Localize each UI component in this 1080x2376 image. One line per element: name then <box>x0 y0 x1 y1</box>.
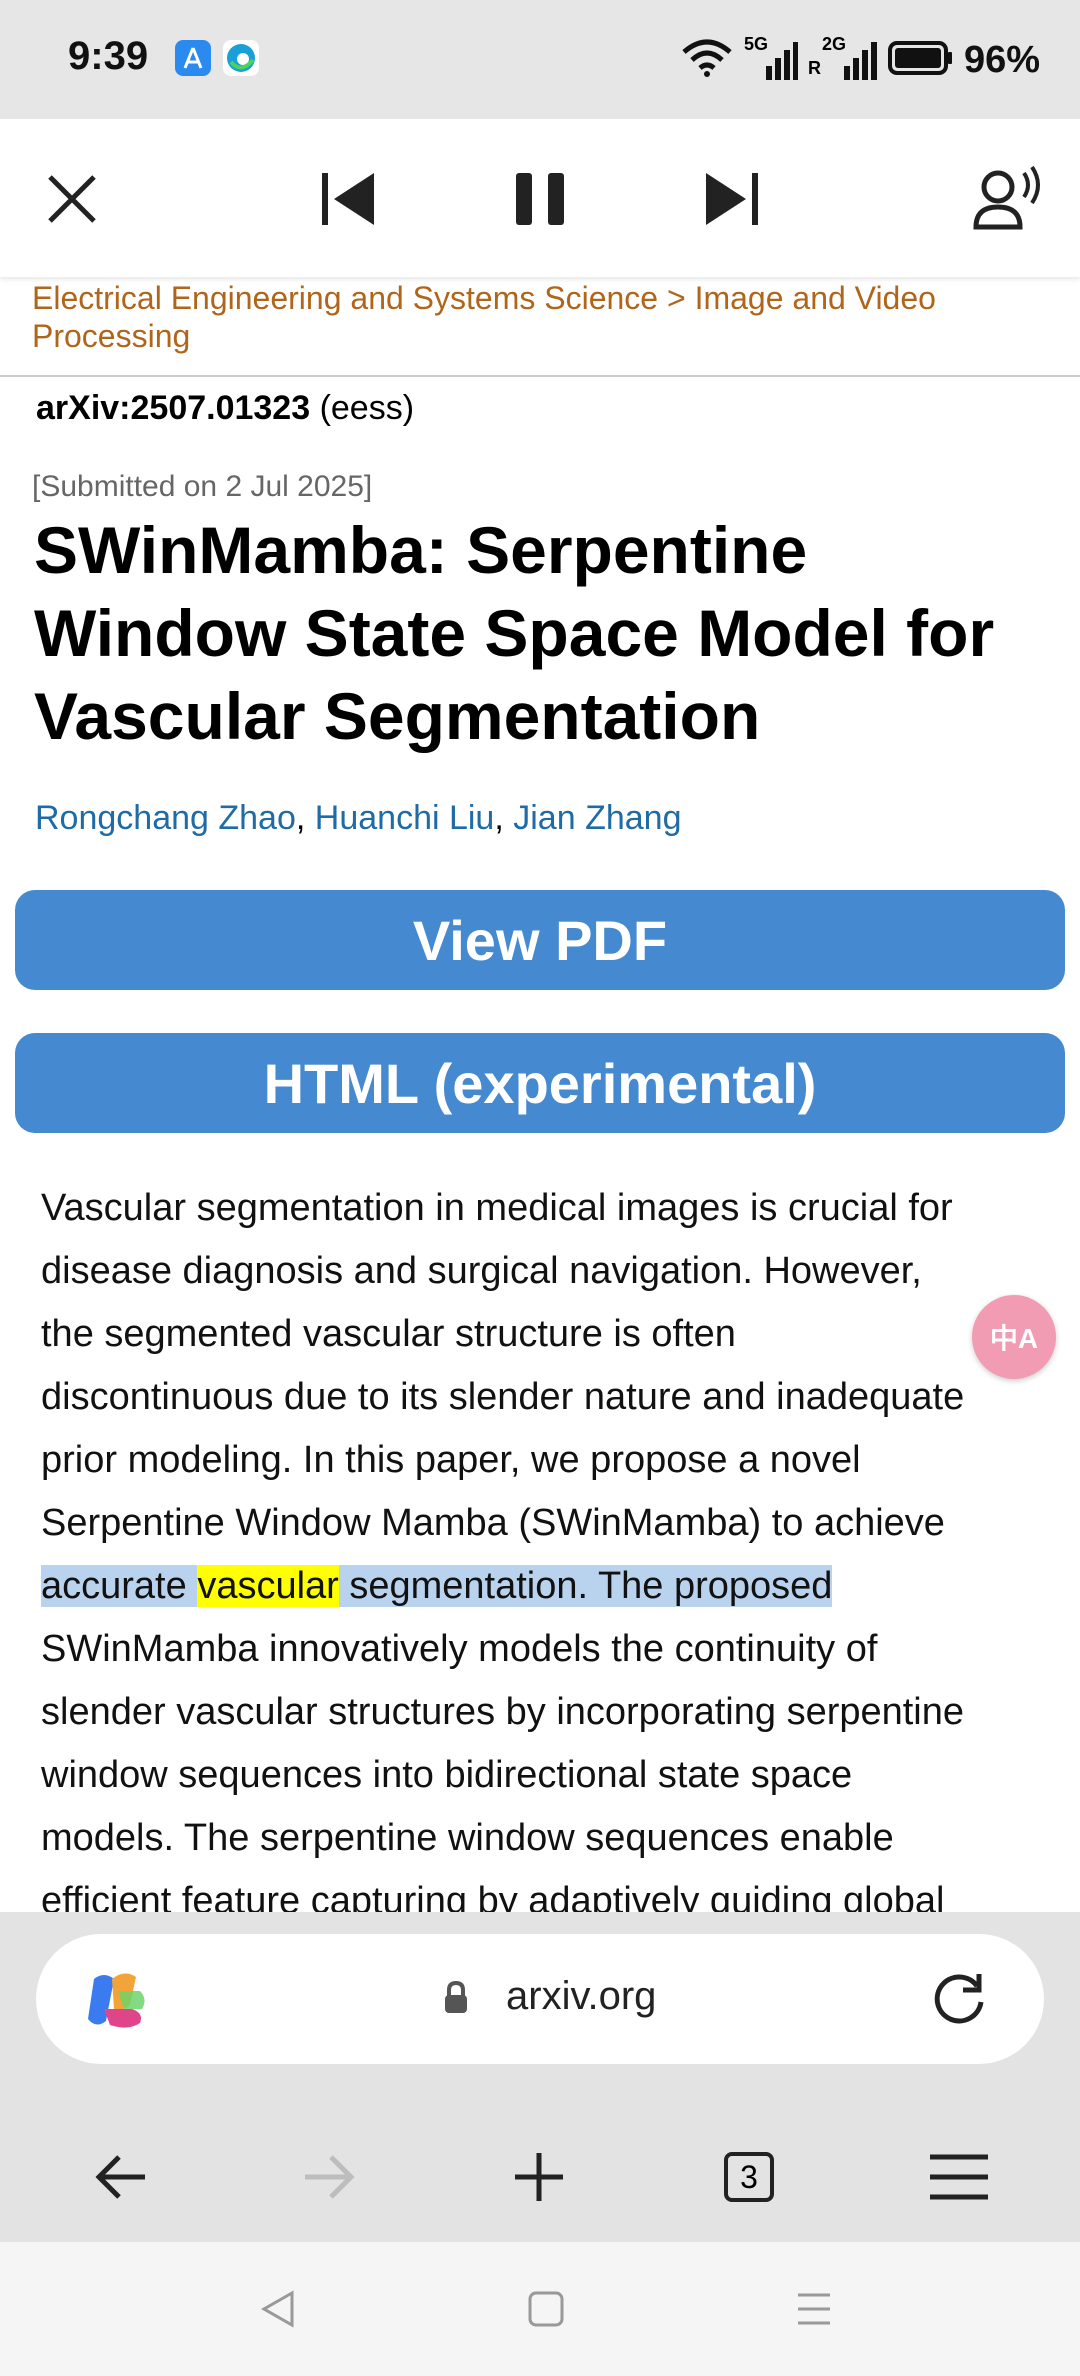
divider <box>0 375 1080 377</box>
paper-title: SWinMamba: Serpentine Window State Space… <box>34 513 995 753</box>
author-list: Rongchang Zhao, Huanchi Liu, Jian Zhang <box>35 799 681 838</box>
forward-button[interactable] <box>284 2132 374 2222</box>
view-pdf-button[interactable]: View PDF <box>15 890 1065 990</box>
arxiv-id: arXiv:2507.01323 <box>36 389 311 427</box>
selected-text: segmentation. The proposed <box>338 1565 833 1607</box>
close-button[interactable] <box>32 159 112 239</box>
selected-abstract-line[interactable]: accurate vascular segmentation. The prop… <box>41 1555 1051 1618</box>
battery-percentage: 96% <box>963 38 1040 81</box>
author-link[interactable]: Rongchang Zhao <box>35 799 296 837</box>
abstract-line: slender vascular structures by incorpora… <box>41 1691 965 1733</box>
abstract-line: models. The serpentine window sequences … <box>41 1817 894 1859</box>
pause-icon <box>516 173 564 225</box>
abstract-line: prior modeling. In this paper, we propos… <box>41 1439 861 1481</box>
previous-button[interactable] <box>308 159 388 239</box>
translate-icon: 中A <box>989 1323 1039 1354</box>
wifi-icon <box>680 38 734 83</box>
square-home-icon <box>528 2291 564 2327</box>
abstract-line: Vascular segmentation in medical images … <box>41 1187 953 1229</box>
web-page-content: Electrical Engineering and Systems Scien… <box>0 277 1080 1912</box>
abstract: Vascular segmentation in medical images … <box>41 1177 1051 1912</box>
status-time: 9:39 <box>68 34 149 78</box>
system-recents-button[interactable] <box>784 2279 844 2339</box>
menu-button[interactable] <box>914 2132 1004 2222</box>
arxiv-id-line: arXiv:2507.01323 (eess) <box>36 389 414 428</box>
system-home-button[interactable] <box>516 2279 576 2339</box>
author-separator: , <box>295 799 306 837</box>
address-bar[interactable]: arxiv.org <box>36 1934 1044 2064</box>
author-link[interactable]: Jian Zhang <box>513 799 681 837</box>
breadcrumb[interactable]: Electrical Engineering and Systems Scien… <box>32 279 1032 355</box>
author-link[interactable]: Huanchi Liu <box>315 799 495 837</box>
forward-arrow-icon <box>305 2155 355 2199</box>
refresh-icon[interactable] <box>929 1970 989 2035</box>
read-aloud-current-word: vascular <box>197 1565 339 1607</box>
author-separator: , <box>494 799 504 837</box>
abstract-line: efficient feature capturing by adaptivel… <box>41 1880 945 1912</box>
back-button[interactable] <box>76 2132 166 2222</box>
html-experimental-button[interactable]: HTML (experimental) <box>15 1033 1065 1133</box>
skip-next-icon <box>706 173 758 225</box>
submission-date: [Submitted on 2 Jul 2025] <box>32 470 373 503</box>
url-text[interactable]: arxiv.org <box>506 1974 656 2019</box>
tabs-button[interactable]: 3 <box>704 2132 794 2222</box>
selected-text: accurate <box>41 1565 198 1607</box>
pause-button[interactable] <box>500 159 580 239</box>
translate-button[interactable]: 中A <box>972 1295 1056 1379</box>
abstract-line: the segmented vascular structure is ofte… <box>41 1313 736 1355</box>
close-icon <box>48 175 96 223</box>
browser-bottom-bar: arxiv.org 3 <box>0 1912 1080 2242</box>
back-arrow-icon <box>95 2155 145 2199</box>
status-indicators: 5G R 2G 96% <box>680 30 1040 90</box>
tab-count: 3 <box>724 2152 774 2202</box>
abstract-line: window sequences into bidirectional stat… <box>41 1754 853 1796</box>
signal-5g-icon: 5G <box>744 34 798 82</box>
plus-icon <box>515 2153 563 2201</box>
new-tab-button[interactable] <box>494 2132 584 2222</box>
skip-previous-icon <box>322 173 374 225</box>
abstract-line: discontinuous due to its slender nature … <box>41 1376 965 1418</box>
copilot-icon[interactable] <box>84 1969 150 2036</box>
next-button[interactable] <box>692 159 772 239</box>
abstract-line: Serpentine Window Mamba (SWinMamba) to a… <box>41 1502 945 1544</box>
read-aloud-toolbar <box>0 119 1080 277</box>
triangle-back-icon <box>260 2290 294 2328</box>
app-store-notification-icon <box>175 40 211 76</box>
recents-icon <box>798 2293 830 2325</box>
lock-icon <box>442 1980 470 2021</box>
system-back-button[interactable] <box>248 2279 308 2339</box>
voice-icon <box>973 165 1040 230</box>
battery-icon <box>887 40 954 81</box>
abstract-line: SWinMamba innovatively models the contin… <box>41 1628 878 1670</box>
arxiv-category: (eess) <box>319 389 415 427</box>
signal-2g-icon: R 2G <box>808 34 878 82</box>
voice-settings-button[interactable] <box>968 159 1048 239</box>
hamburger-menu-icon <box>930 2154 988 2200</box>
system-navigation-bar <box>0 2242 1080 2376</box>
abstract-line: disease diagnosis and surgical navigatio… <box>41 1250 922 1292</box>
edge-notification-icon <box>223 40 259 76</box>
status-bar: 9:39 5G R 2G 96% <box>0 0 1080 119</box>
